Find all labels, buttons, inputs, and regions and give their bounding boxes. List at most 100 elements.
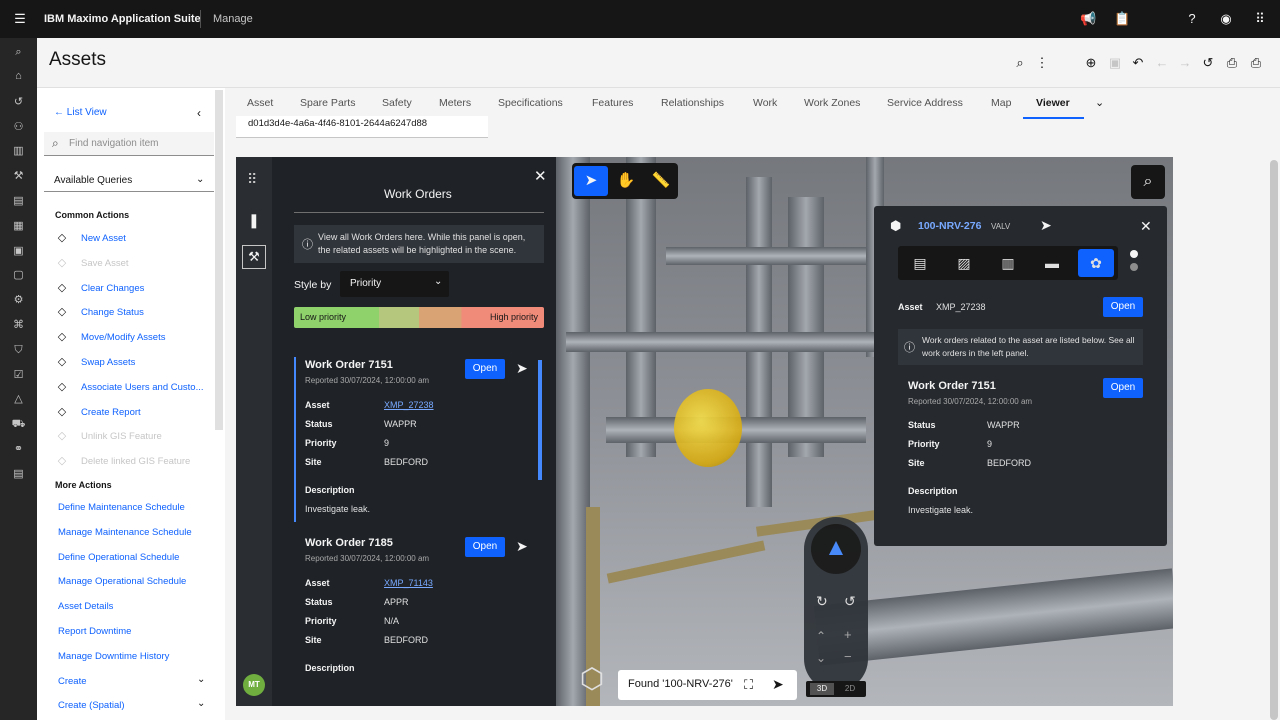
rotate-right-icon[interactable]: ↺ <box>844 593 856 610</box>
checklist-icon[interactable]: ☑ <box>10 367 27 384</box>
select-tool-icon[interactable]: ➤ <box>574 166 608 196</box>
clipboard-icon[interactable]: 📋 <box>1114 11 1130 27</box>
cart-icon[interactable]: ⛟ <box>10 416 27 433</box>
tilt-down-icon[interactable]: ⌄ <box>816 651 826 665</box>
send-icon[interactable]: ➤ <box>516 360 528 377</box>
history-icon[interactable]: ↺ <box>10 94 27 111</box>
more-action-item[interactable]: Define Operational Schedule <box>58 552 179 563</box>
app-switcher-icon[interactable]: ⠿ <box>1252 11 1268 27</box>
asset-value[interactable]: XMP_27238 <box>384 400 434 410</box>
common-action-item[interactable]: ◇ Delete linked GIS Feature <box>55 454 191 467</box>
next-icon[interactable]: → <box>1177 55 1193 71</box>
mode-3d-button[interactable]: 3D <box>810 683 834 695</box>
grid-icon[interactable]: ⠿ <box>247 171 257 188</box>
common-action-item[interactable]: ◇ Unlink GIS Feature <box>55 429 162 442</box>
common-action-item[interactable]: ◇ Clear Changes <box>55 281 145 294</box>
add-icon[interactable]: ⊕ <box>1083 55 1099 71</box>
common-action-item[interactable]: ◇ Save Asset <box>55 256 129 269</box>
nav-search-input[interactable]: ⌕ Find navigation item <box>44 132 214 156</box>
common-action-item[interactable]: ◇ Create Report <box>55 405 141 418</box>
more-action-item[interactable]: Create (Spatial) <box>58 700 125 711</box>
measure-tool-icon[interactable]: 📏 <box>644 166 678 196</box>
details-tab-icon[interactable]: ▤ <box>902 249 938 277</box>
more-action-item[interactable]: Define Maintenance Schedule <box>58 502 185 513</box>
people-icon[interactable]: ⚇ <box>10 119 27 136</box>
tools-icon[interactable]: ⚒ <box>10 168 27 185</box>
home-icon[interactable]: ⌂ <box>10 68 27 85</box>
list-view-link[interactable]: ← List View <box>54 107 107 118</box>
tab-specifications[interactable]: Specifications <box>498 97 563 109</box>
search-icon[interactable]: ⌕ <box>1012 55 1028 71</box>
print-all-icon[interactable]: ⎙ <box>1248 55 1264 71</box>
common-action-item[interactable]: ◇ Move/Modify Assets <box>55 330 166 343</box>
page-scrollbar[interactable] <box>1270 160 1278 720</box>
more-action-item[interactable]: Asset Details <box>58 601 113 612</box>
guid-field[interactable]: d01d3d4e-4a6a-4f46-8101-2644a6247d88 <box>236 116 488 138</box>
more-action-item[interactable]: Manage Downtime History <box>58 651 169 662</box>
3d-scene[interactable]: ➤ ✋ 📏 ⌕ ⬢ 100-NRV-276 VALV ➤ ✕ ▤ ▨ ▥ ▬ ✿… <box>556 157 1173 706</box>
tab-work[interactable]: Work <box>753 97 777 109</box>
alert-icon[interactable]: △ <box>10 391 27 408</box>
report-icon[interactable]: ▦ <box>10 218 27 235</box>
images-tab-icon[interactable]: ▨ <box>946 249 982 277</box>
app-name[interactable]: Manage <box>213 13 253 25</box>
send-icon[interactable]: ➤ <box>772 676 784 693</box>
zoom-out-icon[interactable]: − <box>844 649 852 664</box>
gear-icon[interactable]: ⚙ <box>10 292 27 309</box>
work-orders-tab-icon[interactable]: ✿ <box>1078 249 1114 277</box>
history-icon[interactable]: ↺ <box>1200 55 1216 71</box>
files-tab-icon[interactable]: ▥ <box>990 249 1026 277</box>
mode-2d-button[interactable]: 2D <box>838 683 862 695</box>
more-action-item[interactable]: Manage Operational Schedule <box>58 576 186 587</box>
briefcase-icon[interactable]: ▢ <box>10 267 27 284</box>
pan-tool-icon[interactable]: ✋ <box>609 166 643 196</box>
shield-icon[interactable]: ⛉ <box>10 342 27 359</box>
print-icon[interactable]: ⎙ <box>1224 55 1240 71</box>
style-by-select[interactable]: Priority ⌄ <box>340 271 449 297</box>
tab-asset[interactable]: Asset <box>247 97 273 109</box>
document-icon[interactable]: ▤ <box>10 193 27 210</box>
comments-tab-icon[interactable]: ▬ <box>1034 249 1070 277</box>
common-action-item[interactable]: ◇ Swap Assets <box>55 355 136 368</box>
chevron-down-icon[interactable]: ⌄ <box>197 698 205 709</box>
close-icon[interactable]: ✕ <box>1140 218 1152 235</box>
tab-service-address[interactable]: Service Address <box>887 97 963 109</box>
more-action-item[interactable]: Create <box>58 676 87 687</box>
tab-features[interactable]: Features <box>592 97 633 109</box>
box-icon[interactable]: ▣ <box>10 243 27 260</box>
highlighted-valve[interactable] <box>674 389 742 467</box>
tab-map[interactable]: Map <box>991 97 1011 109</box>
close-icon[interactable]: ✕ <box>534 167 547 185</box>
chart-icon[interactable]: ▥ <box>10 143 27 160</box>
tab-work-zones[interactable]: Work Zones <box>804 97 860 109</box>
nav-scrollbar[interactable] <box>215 90 223 430</box>
brand-name[interactable]: IBM Maximo Application Suite <box>44 13 201 25</box>
chevron-down-icon[interactable]: ⌄ <box>197 674 205 685</box>
view-cube-icon[interactable]: ⬡ <box>574 662 610 700</box>
open-work-order-button[interactable]: Open <box>465 537 505 557</box>
tilt-up-icon[interactable]: ⌃ <box>816 629 826 643</box>
work-order-card[interactable]: Work Order 7185 Reported 30/07/2024, 12:0… <box>294 535 539 705</box>
tab-safety[interactable]: Safety <box>382 97 412 109</box>
collapse-icon[interactable]: ‹ <box>197 106 201 120</box>
tab-relationships[interactable]: Relationships <box>661 97 724 109</box>
work-order-card[interactable]: Work Order 7151 Reported 30/07/2024, 12:0… <box>294 357 539 527</box>
page-dot[interactable] <box>1130 250 1138 258</box>
user-icon[interactable]: ◉ <box>1218 11 1234 27</box>
rotate-left-icon[interactable]: ↻ <box>816 593 828 610</box>
tab-viewer[interactable]: Viewer <box>1036 97 1070 109</box>
panel-scrollbar[interactable] <box>538 360 542 480</box>
more-tabs-chevron-icon[interactable]: ⌄ <box>1095 96 1104 109</box>
previous-icon[interactable]: ← <box>1154 55 1170 71</box>
common-action-item[interactable]: ◇ New Asset <box>55 231 126 244</box>
open-wo-button[interactable]: Open <box>1103 378 1143 398</box>
fit-view-icon[interactable]: ⛶ <box>744 677 753 693</box>
page-dot[interactable] <box>1130 263 1138 271</box>
open-asset-button[interactable]: Open <box>1103 297 1143 317</box>
tools-icon[interactable]: ⚒ <box>242 245 266 269</box>
more-action-item[interactable]: Manage Maintenance Schedule <box>58 527 192 538</box>
zoom-in-icon[interactable]: + <box>844 627 852 642</box>
tab-meters[interactable]: Meters <box>439 97 471 109</box>
undo-icon[interactable]: ↶ <box>1130 55 1146 71</box>
more-action-item[interactable]: Report Downtime <box>58 626 131 637</box>
